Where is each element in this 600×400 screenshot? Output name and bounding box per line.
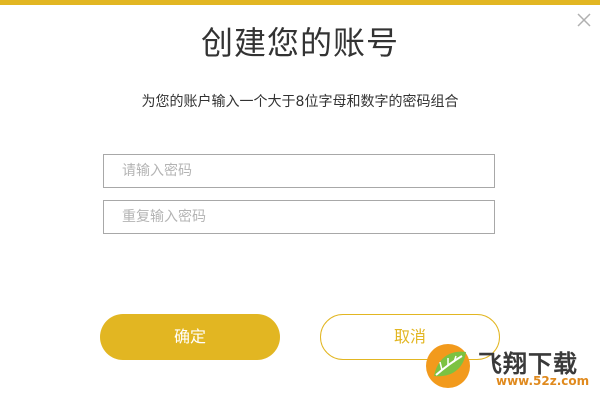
- dialog-title: 创建您的账号: [200, 24, 399, 62]
- password-repeat-input[interactable]: [103, 200, 495, 234]
- top-accent-bar: [0, 0, 600, 5]
- watermark: 飞翔下载 www.52z.com: [424, 340, 600, 400]
- leaf-logo-icon: [426, 344, 470, 388]
- dialog-subtitle: 为您的账户输入一个大于8位字母和数字的密码组合: [141, 94, 459, 110]
- confirm-button[interactable]: 确定: [100, 314, 280, 360]
- password-input[interactable]: [103, 154, 495, 188]
- watermark-url: www.52z.com: [496, 374, 590, 388]
